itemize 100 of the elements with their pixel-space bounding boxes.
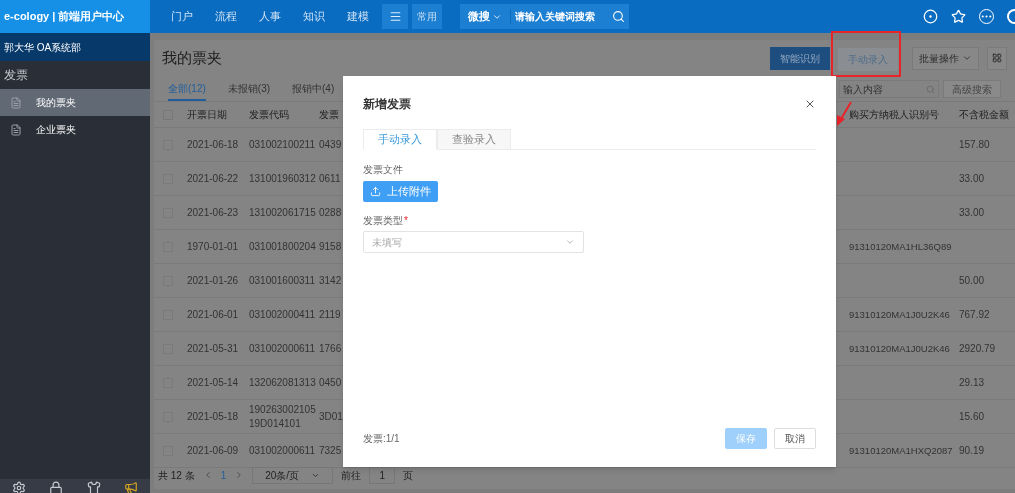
filter-tab[interactable]: 报销中(4) [292,77,335,101]
highlight-box [831,30,901,77]
dialog-tab[interactable]: 查验录入 [437,129,511,150]
table-cell-text: 2021-06-01 [187,308,240,322]
table-cell-text: 2021-05-14 [187,376,240,390]
table-cell: 0288 [319,207,342,218]
table-cell-text: 157.80 [959,138,990,152]
table-cell: 91310120MA1J0U2K46 [849,342,950,354]
star-icon[interactable] [951,9,966,24]
page-unit: 页 [403,468,414,483]
table-cell-text: 131002061715 [249,205,317,220]
column-header: 不含税金额 [959,108,1009,122]
table-cell-text: 031002000611 [249,341,316,356]
table-cell: 91310120MA1HL36Q89 [849,240,952,252]
lock-icon[interactable] [49,481,64,493]
dialog-tab[interactable]: 手动录入 [363,129,437,150]
table-cell: 91310120MA1HXQ2087 [849,444,953,456]
table-cell-text: 131001960312 [249,171,317,186]
page-title: 我的票夹 [162,47,222,68]
nav-link[interactable]: 建模 [336,0,380,33]
table-cell: 1766 [319,343,342,354]
quick-access-button[interactable]: 常用 [412,4,442,29]
table-cell: 9158 [319,241,342,252]
table-cell-text: 2021-06-18 [187,138,240,152]
close-icon [804,98,816,110]
goto-page-field[interactable]: 1 [369,466,396,484]
upload-button[interactable]: 上传附件 [363,181,438,202]
table-cell-text: 031001800204 [249,239,317,254]
sidebar-item[interactable]: 我的票夹 [0,89,150,116]
table-cell-text: 50.00 [959,274,985,288]
table-cell-text: 2920.79 [959,342,996,356]
required-mark: * [404,214,408,228]
table-cell-text: 767.92 [959,308,990,322]
field-label: 发票类型 [363,214,403,228]
table-cell-text: 1970-01-01 [187,240,240,254]
table-cell: 0439 [319,139,342,150]
table-cell-text: 031002000411 [249,307,316,322]
shirt-icon[interactable] [86,481,101,493]
column-header: 开票日期 [187,108,228,122]
filter-tab[interactable]: 未报销(3) [227,77,271,101]
sidebar-item-label: 我的票夹 [36,96,76,110]
search-scope-dropdown[interactable]: 微搜 [460,8,510,25]
table-cell-text: 031001600311 [249,273,316,288]
logo: e-cology | 前端用户中心 [0,0,150,33]
sidebar-section-title: 发票 [3,67,29,84]
advanced-search-button[interactable]: 高级搜索 [943,80,1001,98]
nav-link[interactable]: 门户 [160,0,204,33]
table-cell-text: 29.13 [959,376,985,390]
grid-view-button[interactable] [987,46,1007,70]
table-cell-text: 2021-01-26 [187,274,240,288]
document-icon [10,123,22,136]
table-cell: 0450 [319,377,342,388]
table-cell-text: 19026300210519D014101 [249,402,317,431]
user-info: 郭大华 OA系统部 [0,33,150,61]
chevron-down-icon [565,237,575,247]
table-cell-text: 2021-05-31 [187,342,240,356]
invoice-type-select[interactable]: 未填写 [363,231,584,253]
table-cell-text: 031002100211 [249,137,316,152]
chevron-down-icon [962,53,972,63]
cancel-button[interactable]: 取消 [774,428,816,449]
search-placeholder: 输入内容 [843,82,883,97]
upload-icon [370,186,381,197]
search-icon [611,10,625,23]
table-cell: 0611 [319,173,341,184]
nav-link[interactable]: 流程 [204,0,248,33]
column-header: 发票代码 [249,108,290,122]
table-cell: 3142 [319,275,342,286]
table-cell: 3D01 [319,411,343,422]
nav-link[interactable]: 人事 [248,0,292,33]
grid-icon [992,53,1002,63]
nav-link[interactable]: 知识 [292,0,336,33]
table-cell-text: 031002000611 [249,443,316,458]
table-search-field[interactable]: 输入内容 [839,80,939,98]
total-count: 共 12 条 [158,468,195,483]
page-size-dropdown[interactable]: 20条/页 [252,466,334,484]
table-cell-text: 33.00 [959,206,985,220]
table-cell: 91310120MA1J0U2K46 [849,308,950,320]
batch-operations-dropdown[interactable]: 批量操作 [912,46,979,70]
table-cell-text: 2021-06-23 [187,206,240,220]
column-header: 购买方纳税人识别号 [849,108,940,122]
table-cell-text: 2021-06-09 [187,444,240,458]
megaphone-icon[interactable] [124,481,139,493]
settings-icon[interactable] [11,481,26,493]
sidebar-item-label: 企业票夹 [36,123,76,137]
menu-icon [388,10,402,23]
document-icon [10,96,22,109]
goto-label: 前往 [341,468,362,483]
search-field[interactable]: 请输入关键词搜索 [510,9,607,24]
sidebar-item[interactable]: 企业票夹 [0,116,150,143]
close-button[interactable] [804,98,816,110]
table-cell-text: 2021-06-22 [187,172,240,186]
menu-button[interactable] [382,4,408,29]
table-cell: 2119 [319,309,341,320]
column-header: 发票 [319,109,339,120]
search-icon [926,84,935,94]
table-cell-text: 2021-05-18 [187,410,240,424]
invoice-counter: 发票:1/1 [363,432,400,446]
table-cell-text: 90.19 [959,444,985,458]
smart-recognition-button[interactable]: 智能识别 [770,46,830,70]
dialog-title: 新增发票 [363,96,411,113]
